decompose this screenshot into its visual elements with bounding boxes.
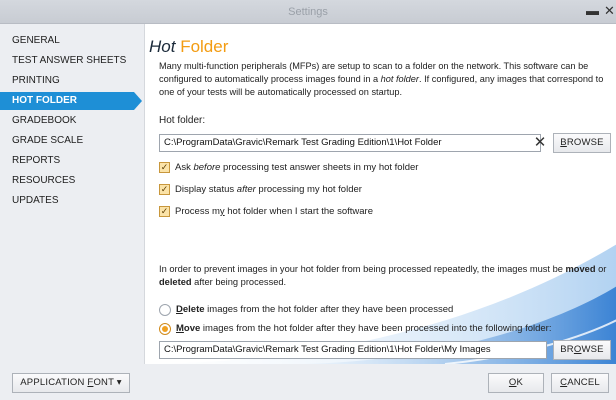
display-status-checkbox[interactable]: ✓ bbox=[159, 184, 170, 195]
process-on-start-label-post: hot folder when I start the software bbox=[224, 206, 374, 217]
move-or-delete-note: In order to prevent images in your hot f… bbox=[159, 263, 616, 289]
chevron-down-icon: ▾ bbox=[116, 377, 122, 388]
note-moved: moved bbox=[565, 264, 596, 274]
sidebar-item-updates[interactable]: UPDATES bbox=[0, 192, 144, 210]
move-folder-path-input[interactable]: C:\ProgramData\Gravic\Remark Test Gradin… bbox=[159, 341, 547, 359]
cancel-label-post: ANCEL bbox=[567, 377, 600, 388]
ok-label-post: K bbox=[516, 377, 524, 388]
cancel-button[interactable]: CANCEL bbox=[551, 373, 609, 393]
move-bold: ove bbox=[183, 323, 201, 334]
hot-folder-path-input[interactable]: C:\ProgramData\Gravic\Remark Test Gradin… bbox=[159, 134, 541, 152]
settings-panel: Hot Folder Many multi-function periphera… bbox=[144, 24, 616, 364]
display-status-label-pre: Display status bbox=[175, 184, 237, 195]
note-deleted: deleted bbox=[159, 277, 192, 287]
page-title: Hot Folder bbox=[149, 37, 228, 57]
delete-bold: elete bbox=[182, 304, 205, 315]
font-label-pre: APPLICATION bbox=[20, 377, 88, 388]
sidebar-item-resources[interactable]: RESOURCES bbox=[0, 172, 144, 190]
sidebar-item-grade-scale[interactable]: GRADE SCALE bbox=[0, 132, 144, 150]
process-on-start-label: Process my hot folder when I start the s… bbox=[175, 205, 373, 219]
browse-move-post: WSE bbox=[581, 344, 604, 355]
note-part-3: after being processed. bbox=[191, 277, 287, 287]
delete-images-label: Delete images from the hot folder after … bbox=[176, 303, 453, 317]
delete-rest: images from the hot folder after they ha… bbox=[204, 304, 454, 315]
sidebar-item-test-answer-sheets[interactable]: TEST ANSWER SHEETS bbox=[0, 52, 144, 70]
hot-folder-label: Hot folder: bbox=[159, 115, 206, 126]
ask-before-checkbox[interactable]: ✓ bbox=[159, 162, 170, 173]
note-part-2: or bbox=[595, 264, 607, 274]
sidebar-item-hot-folder[interactable]: HOT FOLDER bbox=[0, 92, 142, 110]
clear-path-icon[interactable]: ✕ bbox=[530, 134, 550, 152]
display-status-label-em: after bbox=[236, 184, 256, 195]
page-title-accent: Folder bbox=[180, 37, 229, 56]
minimize-icon[interactable]: ▬ bbox=[586, 3, 599, 19]
dialog-footer: APPLICATION FONT ▾ OK CANCEL bbox=[0, 364, 616, 400]
description-emphasis: hot folder bbox=[380, 74, 419, 84]
ok-button[interactable]: OK bbox=[488, 373, 544, 393]
close-icon[interactable]: ✕ bbox=[604, 3, 615, 19]
delete-images-radio[interactable] bbox=[159, 304, 171, 316]
delete-accesskey: D bbox=[176, 304, 183, 315]
ok-accesskey: O bbox=[508, 377, 517, 388]
ask-before-label-post: processing test answer sheets in my hot … bbox=[220, 162, 419, 173]
hot-folder-description: Many multi-function peripherals (MFPs) a… bbox=[159, 60, 615, 99]
process-on-start-label-pre: Process m bbox=[175, 206, 220, 217]
ask-before-label-pre: Ask bbox=[175, 162, 194, 173]
font-label-post: ONT bbox=[93, 377, 114, 388]
sidebar-item-general[interactable]: GENERAL bbox=[0, 32, 144, 50]
sidebar-item-gradebook[interactable]: GRADEBOOK bbox=[0, 112, 144, 130]
sidebar-item-reports[interactable]: REPORTS bbox=[0, 152, 144, 170]
display-status-label: Display status after processing my hot f… bbox=[175, 183, 362, 197]
move-images-radio[interactable] bbox=[159, 323, 171, 335]
browse-move-pre: BR bbox=[560, 344, 574, 355]
browse-hot-folder-label: ROWSE bbox=[566, 137, 604, 148]
window-title: Settings bbox=[288, 6, 328, 18]
browse-move-folder-button[interactable]: BROWSE bbox=[553, 340, 611, 360]
sidebar: GENERAL TEST ANSWER SHEETS PRINTING HOT … bbox=[0, 24, 144, 364]
title-bar: Settings ▬ ✕ bbox=[0, 0, 616, 24]
sidebar-item-printing[interactable]: PRINTING bbox=[0, 72, 144, 90]
move-rest: images from the hot folder after they ha… bbox=[200, 323, 552, 334]
browse-hot-folder-button[interactable]: BROWSE bbox=[553, 133, 611, 153]
move-accesskey: M bbox=[176, 323, 184, 334]
ask-before-label-em: before bbox=[193, 162, 221, 173]
process-on-start-checkbox[interactable]: ✓ bbox=[159, 206, 170, 217]
note-part-1: In order to prevent images in your hot f… bbox=[159, 264, 566, 274]
page-title-main: Hot bbox=[149, 37, 181, 56]
display-status-label-post: processing my hot folder bbox=[255, 184, 362, 195]
application-font-button[interactable]: APPLICATION FONT ▾ bbox=[12, 373, 130, 393]
move-images-label: Move images from the hot folder after th… bbox=[176, 322, 551, 336]
ask-before-label: Ask before processing test answer sheets… bbox=[175, 161, 418, 175]
